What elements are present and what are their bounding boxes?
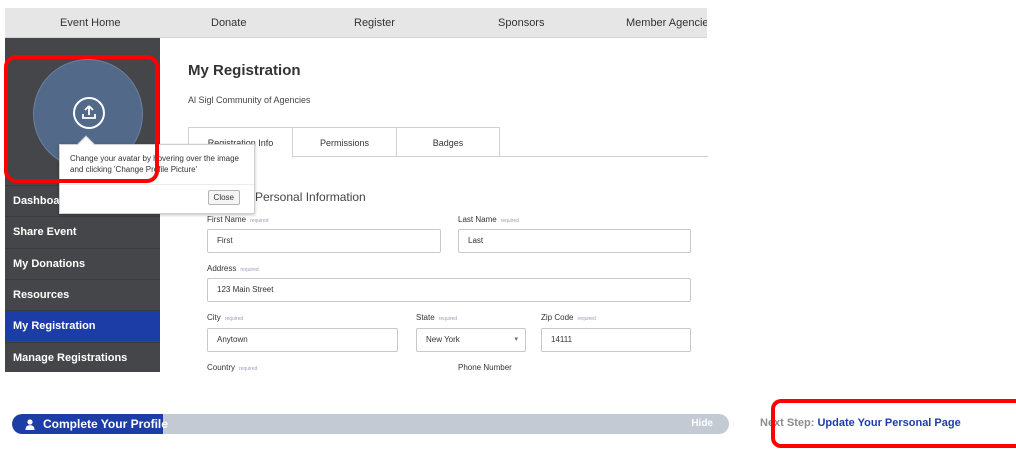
cropped-row: Country required Phone Number bbox=[200, 360, 710, 372]
profile-progress-bar[interactable]: Complete Your Profile Hide bbox=[12, 414, 729, 434]
state-select[interactable]: New York ▾ bbox=[416, 328, 526, 352]
state-select-value: New York bbox=[426, 335, 460, 344]
nav-register[interactable]: Register bbox=[354, 8, 395, 38]
required-tag: required bbox=[500, 218, 520, 224]
progress-label: Complete Your Profile bbox=[25, 414, 168, 434]
tab-bar: Registration Info Permissions Badges bbox=[188, 127, 708, 158]
organization-name: Al Sigl Community of Agencies bbox=[188, 95, 311, 105]
sidebar-item-my-donations[interactable]: My Donations bbox=[5, 248, 160, 279]
last-name-label: Last Name required bbox=[458, 215, 519, 224]
tab-permissions[interactable]: Permissions bbox=[292, 127, 397, 157]
city-label-text: City bbox=[207, 313, 221, 322]
last-name-label-text: Last Name bbox=[458, 215, 497, 224]
address-field[interactable]: 123 Main Street bbox=[207, 278, 691, 302]
required-tag: required bbox=[240, 267, 259, 273]
sidebar-item-manage-registrations[interactable]: Manage Registrations bbox=[5, 342, 160, 373]
last-name-field[interactable]: Last bbox=[458, 229, 691, 253]
sidebar-item-my-registration[interactable]: My Registration bbox=[5, 310, 160, 341]
nav-sponsors[interactable]: Sponsors bbox=[498, 8, 544, 38]
required-tag: required bbox=[438, 316, 458, 322]
sidebar-item-share-event[interactable]: Share Event bbox=[5, 216, 160, 247]
first-name-field[interactable]: First bbox=[207, 229, 441, 253]
top-nav: Event Home Donate Register Sponsors Memb… bbox=[5, 8, 707, 38]
required-tag: required bbox=[577, 316, 596, 322]
sidebar-item-resources[interactable]: Resources bbox=[5, 279, 160, 310]
nav-member-agencies[interactable]: Member Agencies bbox=[626, 8, 707, 38]
zip-label-text: Zip Code bbox=[541, 313, 574, 322]
country-label-text: Country bbox=[207, 363, 236, 372]
zip-field[interactable]: 14111 bbox=[541, 328, 691, 352]
first-name-label-text: First Name bbox=[207, 215, 247, 224]
next-step-highlight-box bbox=[771, 399, 1016, 448]
country-label: Country required bbox=[207, 363, 257, 372]
address-label-text: Address bbox=[207, 264, 237, 273]
tab-badges[interactable]: Badges bbox=[396, 127, 500, 157]
state-label-text: State bbox=[416, 313, 435, 322]
city-label: City required bbox=[207, 313, 243, 322]
progress-label-text: Complete Your Profile bbox=[43, 417, 168, 431]
page-title: My Registration bbox=[188, 62, 301, 79]
city-field[interactable]: Anytown bbox=[207, 328, 398, 352]
state-label: State required bbox=[416, 313, 457, 322]
address-label: Address required bbox=[207, 264, 259, 273]
avatar-highlight-box bbox=[4, 55, 159, 183]
required-tag: required bbox=[224, 316, 244, 322]
hide-button[interactable]: Hide bbox=[691, 414, 713, 434]
phone-label: Phone Number bbox=[458, 363, 512, 372]
first-name-label: First Name required bbox=[207, 215, 268, 224]
tooltip-divider bbox=[60, 184, 254, 185]
user-icon bbox=[25, 419, 35, 430]
required-tag: required bbox=[239, 366, 258, 372]
tooltip-close-button[interactable]: Close bbox=[207, 190, 240, 205]
chevron-down-icon: ▾ bbox=[514, 336, 518, 343]
required-tag: required bbox=[250, 218, 269, 224]
section-title: Personal Information bbox=[255, 190, 366, 204]
zip-label: Zip Code required bbox=[541, 313, 596, 322]
nav-event-home[interactable]: Event Home bbox=[60, 8, 121, 38]
nav-donate[interactable]: Donate bbox=[211, 8, 246, 38]
page: Event Home Donate Register Sponsors Memb… bbox=[0, 0, 1016, 449]
